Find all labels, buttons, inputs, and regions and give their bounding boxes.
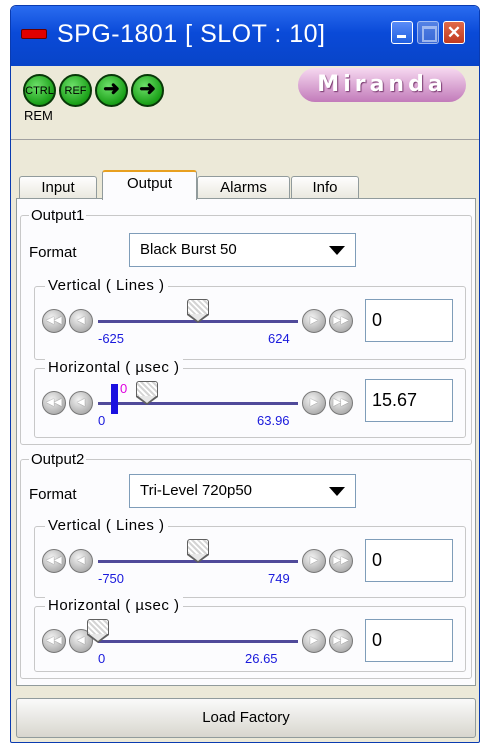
status-led-icon xyxy=(21,29,47,39)
tab-info[interactable]: Info xyxy=(291,176,359,200)
maximize-button[interactable] xyxy=(417,21,439,44)
output1-format-label: Format xyxy=(29,244,77,261)
output2-horizontal-min: 0 xyxy=(98,651,106,666)
window-title: SPG-1801 [ SLOT : 10] xyxy=(57,20,326,48)
output1-horizontal-max: 63.96 xyxy=(257,413,290,428)
output1-horizontal-title: Horizontal ( µsec ) xyxy=(45,359,183,376)
title-bar[interactable]: SPG-1801 [ SLOT : 10] ✕ xyxy=(11,6,479,66)
ctrl-icon[interactable]: CTRL xyxy=(23,74,56,107)
fast-rewind-button[interactable]: ◀◀ xyxy=(42,391,66,415)
output1-horizontal-thumb[interactable] xyxy=(136,381,158,405)
fast-rewind-button[interactable]: ◀◀ xyxy=(42,629,66,653)
step-forward-button[interactable]: ▶ xyxy=(302,391,326,415)
output2-vertical-thumb[interactable] xyxy=(187,539,209,563)
tab-input[interactable]: Input xyxy=(19,176,97,200)
ctrl-icon-label: CTRL xyxy=(25,85,54,97)
output1-vertical-title: Vertical ( Lines ) xyxy=(45,277,168,294)
ref-icon-label: REF xyxy=(64,85,87,97)
output2-vertical-max: 749 xyxy=(268,571,290,586)
output1-format-select[interactable]: Black Burst 50 xyxy=(129,233,356,267)
miranda-logo: Miranda xyxy=(298,68,466,102)
output1-horizontal-marker-label: 0 xyxy=(120,381,128,396)
output2-horizontal-input[interactable]: 0 xyxy=(365,619,453,662)
output1-horizontal-group: Horizontal ( µsec ) ◀◀ ◀ 0 0 63.96 ▶ ▶▶ … xyxy=(34,359,466,438)
output2-title: Output2 xyxy=(29,451,87,468)
fast-forward-button[interactable]: ▶▶ xyxy=(329,391,353,415)
output2-horizontal-thumb[interactable] xyxy=(87,619,109,643)
tab-alarms[interactable]: Alarms xyxy=(197,176,290,200)
output2-vertical-min: -750 xyxy=(98,571,125,586)
output1-horizontal-input[interactable]: 15.67 xyxy=(365,379,453,422)
output2-horizontal-track xyxy=(98,640,298,643)
step-forward-button[interactable]: ▶ xyxy=(302,549,326,573)
tab-output[interactable]: Output xyxy=(102,170,197,200)
step-forward-button[interactable]: ▶ xyxy=(302,309,326,333)
step-back-button[interactable]: ◀ xyxy=(69,391,93,415)
chevron-down-icon xyxy=(329,487,345,496)
arrow-right-icon[interactable]: ➜ xyxy=(131,74,164,107)
arrow-right-icon[interactable]: ➜ xyxy=(95,74,128,107)
load-factory-button[interactable]: Load Factory xyxy=(16,698,476,738)
fast-rewind-button[interactable]: ◀◀ xyxy=(42,549,66,573)
header-divider xyxy=(11,139,479,140)
close-button[interactable]: ✕ xyxy=(443,21,465,44)
output1-vertical-max: 624 xyxy=(268,331,290,346)
output2-format-value: Tri-Level 720p50 xyxy=(140,482,253,499)
chevron-down-icon xyxy=(329,246,345,255)
spg-window: SPG-1801 [ SLOT : 10] ✕ CTRL REF ➜ ➜ REM… xyxy=(10,5,480,743)
output-panel: Output1 Format Black Burst 50 Vertical (… xyxy=(16,198,476,686)
fast-forward-button[interactable]: ▶▶ xyxy=(329,549,353,573)
output2-horizontal-group: Horizontal ( µsec ) ◀◀ ◀ 0 26.65 ▶ ▶▶ 0 xyxy=(34,597,466,672)
output2-vertical-group: Vertical ( Lines ) ◀◀ ◀ -750 749 ▶ ▶▶ 0 xyxy=(34,517,466,598)
output1-horizontal-track xyxy=(98,402,298,405)
minimize-button[interactable] xyxy=(391,21,413,44)
output1-vertical-group: Vertical ( Lines ) ◀◀ ◀ -625 624 ▶ ▶▶ 0 xyxy=(34,277,466,360)
step-back-button[interactable]: ◀ xyxy=(69,549,93,573)
output1-group: Output1 Format Black Burst 50 Vertical (… xyxy=(20,207,472,445)
output1-vertical-thumb[interactable] xyxy=(187,299,209,323)
fast-forward-button[interactable]: ▶▶ xyxy=(329,309,353,333)
header-bar: CTRL REF ➜ ➜ REM Miranda xyxy=(11,66,479,132)
output2-vertical-input[interactable]: 0 xyxy=(365,539,453,582)
output1-format-value: Black Burst 50 xyxy=(140,241,237,258)
output2-vertical-title: Vertical ( Lines ) xyxy=(45,517,168,534)
output2-format-label: Format xyxy=(29,486,77,503)
fast-forward-button[interactable]: ▶▶ xyxy=(329,629,353,653)
output2-horizontal-max: 26.65 xyxy=(245,651,278,666)
output1-horizontal-min: 0 xyxy=(98,413,106,428)
output2-format-select[interactable]: Tri-Level 720p50 xyxy=(129,474,356,508)
output2-horizontal-title: Horizontal ( µsec ) xyxy=(45,597,183,614)
output1-horizontal-marker xyxy=(111,384,118,414)
step-forward-button[interactable]: ▶ xyxy=(302,629,326,653)
fast-rewind-button[interactable]: ◀◀ xyxy=(42,309,66,333)
rem-label: REM xyxy=(24,108,53,123)
output1-vertical-input[interactable]: 0 xyxy=(365,299,453,342)
output1-vertical-min: -625 xyxy=(98,331,125,346)
ref-icon[interactable]: REF xyxy=(59,74,92,107)
step-back-button[interactable]: ◀ xyxy=(69,309,93,333)
output2-group: Output2 Format Tri-Level 720p50 Vertical… xyxy=(20,451,472,679)
output1-title: Output1 xyxy=(29,207,87,224)
